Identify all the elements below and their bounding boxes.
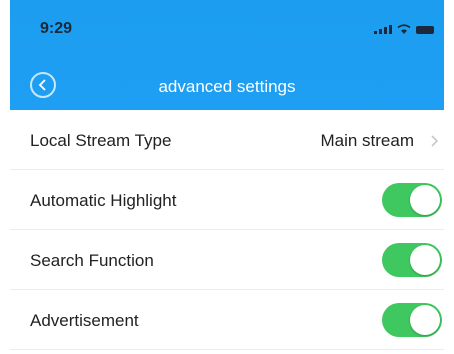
toggle-knob: [410, 185, 440, 215]
setting-row-search-function: Search Function: [10, 230, 444, 290]
app-header: 9:29 advanced settings: [10, 0, 444, 110]
setting-label: Advertisement: [30, 311, 139, 330]
toggle-knob: [410, 305, 440, 335]
page-title: advanced settings: [158, 77, 296, 96]
navigation-bar: advanced settings: [10, 64, 444, 110]
setting-label: Local Stream Type: [30, 131, 172, 150]
automatic-highlight-toggle[interactable]: [382, 183, 442, 217]
system-icons: [374, 24, 434, 34]
setting-label: Search Function: [30, 251, 154, 270]
cellular-signal-icon: [374, 24, 392, 34]
setting-label: Automatic Highlight: [30, 191, 177, 210]
search-function-toggle[interactable]: [382, 243, 442, 277]
status-time: 9:29: [40, 20, 73, 37]
status-bar: 9:29: [10, 0, 444, 64]
advertisement-toggle[interactable]: [382, 303, 442, 337]
toggle-knob: [410, 245, 440, 275]
setting-row-advertisement: Advertisement: [10, 290, 444, 350]
setting-value: Main stream: [320, 131, 414, 150]
settings-list: Local Stream Type Main stream Automatic …: [10, 110, 444, 350]
battery-icon: [416, 26, 434, 34]
setting-row-local-stream-type[interactable]: Local Stream Type Main stream: [10, 110, 444, 170]
setting-row-automatic-highlight: Automatic Highlight: [10, 170, 444, 230]
wifi-icon: [397, 24, 411, 34]
chevron-right-icon: [431, 135, 439, 147]
